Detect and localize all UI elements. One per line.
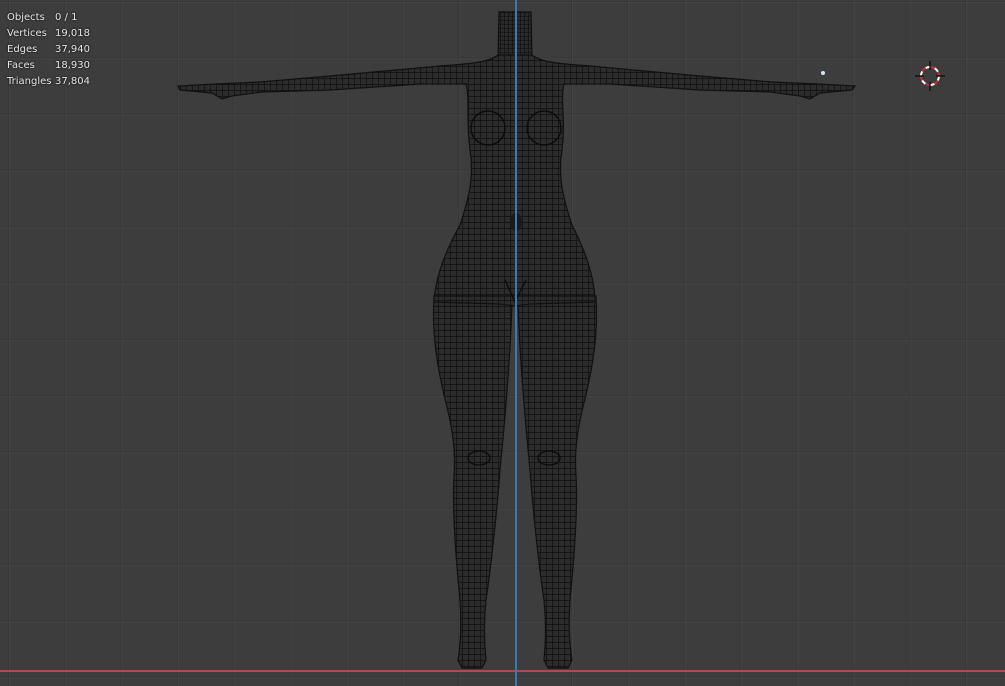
left-leg-mesh: [432, 297, 513, 669]
light-object-icon[interactable]: [821, 71, 825, 75]
right-leg-mesh: [517, 297, 598, 669]
body-mesh: [177, 11, 857, 669]
3d-viewport[interactable]: Objects 0 / 1 Vertices 19,018 Edges 37,9…: [0, 0, 1005, 686]
wireframe-mesh-object[interactable]: [0, 0, 1005, 686]
z-axis-line: [515, 0, 517, 686]
3d-cursor-icon[interactable]: [914, 60, 946, 92]
torso-arms-mesh: [177, 54, 857, 301]
